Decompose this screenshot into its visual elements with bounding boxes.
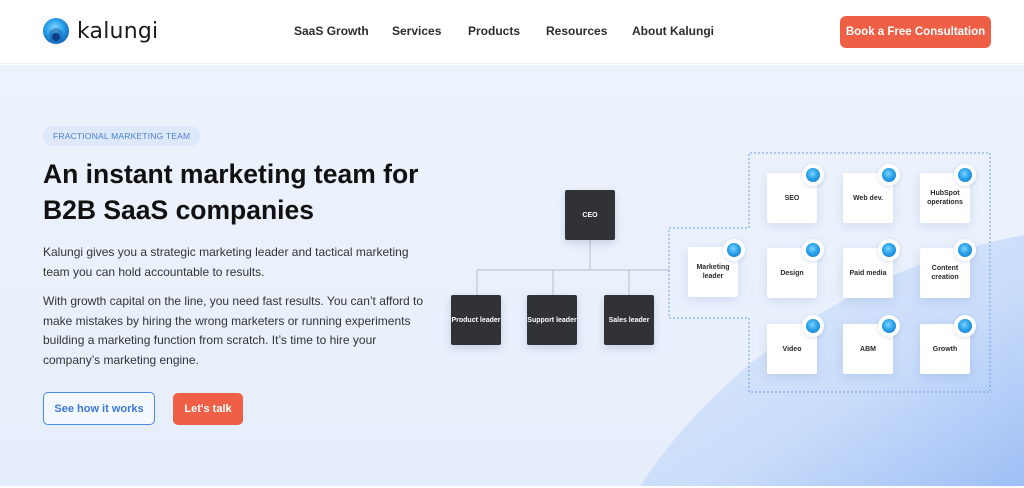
org-box-support-leader: Support leader <box>527 295 577 345</box>
logo-text: kalungi <box>77 18 159 44</box>
org-box-product-leader: Product leader <box>451 295 501 345</box>
avatar-dot-icon <box>954 164 976 186</box>
nav-saas-growth[interactable]: SaaS Growth <box>294 24 369 38</box>
avatar-dot-icon <box>878 315 900 337</box>
nav-products[interactable]: Products <box>468 24 520 38</box>
avatar-dot-icon <box>878 164 900 186</box>
nav-services[interactable]: Services <box>392 24 441 38</box>
logo[interactable]: kalungi <box>42 17 158 45</box>
avatar-dot-icon <box>802 239 824 261</box>
hero-section: FRACTIONAL MARKETING TEAM An instant mar… <box>0 65 1024 486</box>
avatar-dot-icon <box>954 315 976 337</box>
avatar-dot-icon <box>954 239 976 261</box>
avatar-dot-icon <box>802 164 824 186</box>
site-header: kalungi SaaS Growth Services Products Re… <box>0 0 1024 64</box>
avatar-dot-icon <box>878 239 900 261</box>
nav-resources[interactable]: Resources <box>546 24 607 38</box>
kalungi-logo-icon <box>42 17 70 45</box>
org-box-sales-leader: Sales leader <box>604 295 654 345</box>
book-consultation-button[interactable]: Book a Free Consultation <box>840 16 991 48</box>
nav-about-kalungi[interactable]: About Kalungi <box>632 24 714 38</box>
org-box-ceo: CEO <box>565 190 615 240</box>
avatar-dot-icon <box>723 239 745 261</box>
avatar-dot-icon <box>802 315 824 337</box>
org-chart: CEO Product leader Support leader Sales … <box>0 65 1024 486</box>
